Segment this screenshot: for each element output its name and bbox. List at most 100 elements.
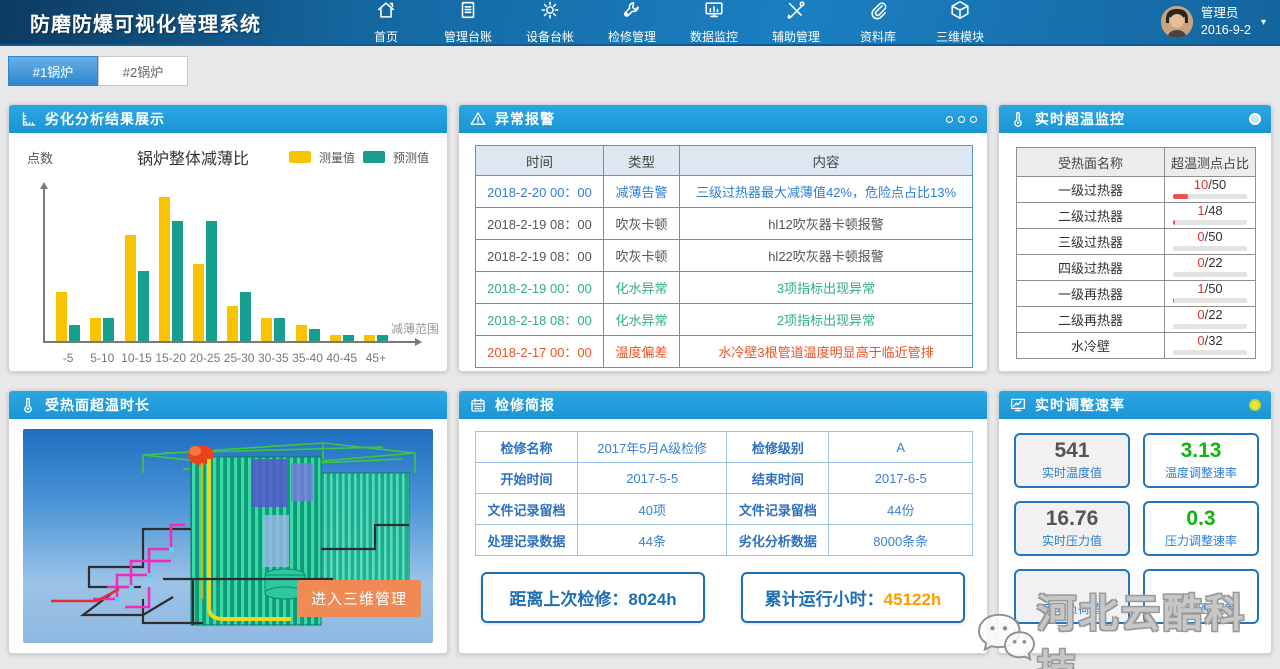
alarm-content: 三级过热器最大减薄值42%，危险点占比13%	[680, 176, 973, 208]
ledger-icon	[457, 0, 479, 26]
ratio-progress-bar	[1173, 246, 1247, 251]
ratio-progress-bar	[1173, 220, 1247, 225]
bar	[377, 335, 388, 341]
metric-value	[1018, 574, 1126, 600]
bar	[274, 318, 285, 341]
overtemp-row: 二级过热器1/48	[1017, 203, 1256, 229]
alarm-type: 化水异常	[604, 304, 680, 336]
nav-label: 三维模块	[936, 28, 984, 45]
x-axis	[43, 341, 419, 343]
x-tick-label: 15-20	[154, 351, 188, 365]
bar	[364, 335, 375, 341]
bar	[193, 264, 204, 341]
panel-title: 劣化分析结果展示	[45, 109, 165, 129]
alarm-column-header: 时间	[476, 146, 604, 176]
panel-grid: 劣化分析结果展示 点数 锅炉整体减薄比 测量值预测值 -55-1010-1515…	[0, 92, 1280, 654]
bar-group-25-30	[222, 292, 256, 341]
user-menu[interactable]: 管理员 2016-9-2 ▾	[1161, 5, 1280, 39]
nav-label: 辅助管理	[772, 28, 820, 45]
tab-boiler-1[interactable]: #1锅炉	[8, 56, 98, 86]
field-label: 文件记录留档	[476, 494, 578, 525]
nav-item-1[interactable]: 首页	[360, 0, 412, 45]
nav-item-4[interactable]: 检修管理	[606, 0, 658, 45]
alarm-time: 2018-2-18 08：00	[476, 304, 604, 336]
panel-title: 异常报警	[495, 109, 555, 129]
bar-group-45+	[359, 335, 393, 341]
field-value: 8000条条	[829, 525, 973, 556]
stat-button-2[interactable]: 累计运行小时：45122h	[741, 572, 965, 623]
nav-item-5[interactable]: 数据监控	[688, 0, 740, 45]
status-ring	[1249, 399, 1261, 411]
maintenance-stats: 距离上次检修：8024h 累计运行小时：45122h	[459, 572, 987, 623]
bar	[296, 325, 307, 341]
legend-label: 预测值	[393, 149, 429, 166]
metric-value: 541	[1018, 438, 1126, 464]
cube-icon	[949, 0, 971, 26]
nav-label: 首页	[374, 28, 398, 45]
metric-label: 实时负荷值	[1018, 600, 1126, 617]
panel-title: 检修简报	[495, 395, 555, 415]
stat-button-1[interactable]: 距离上次检修：8024h	[481, 572, 705, 623]
bar	[227, 306, 238, 341]
nav-item-3[interactable]: 设备台帐	[524, 0, 576, 45]
nav-item-6[interactable]: 辅助管理	[770, 0, 822, 45]
nav-item-8[interactable]: 三维模块	[934, 0, 986, 45]
bar	[261, 318, 272, 341]
field-label: 检修级别	[727, 432, 829, 463]
alarm-row: 2018-2-19 00：00化水异常3项指标出现异常	[476, 272, 973, 304]
bar-group-10-15	[119, 235, 153, 341]
alarm-time: 2018-2-19 00：00	[476, 272, 604, 304]
maintenance-row: 文件记录留档40项文件记录留档44份	[476, 494, 973, 525]
x-tick-label: 40-45	[325, 351, 359, 365]
bar	[240, 292, 251, 341]
bar	[56, 292, 67, 341]
avatar	[1161, 6, 1193, 38]
ratio-progress-bar	[1173, 350, 1247, 355]
chart-title: 锅炉整体减薄比	[97, 145, 289, 169]
field-value: 44条	[578, 525, 727, 556]
maintenance-row: 检修名称2017年5月A级检修检修级别A	[476, 432, 973, 463]
nav-item-2[interactable]: 管理台账	[442, 0, 494, 45]
panel-alarms-header: 异常报警	[459, 105, 987, 133]
overtemp-column-header: 超温测点占比	[1165, 148, 1256, 177]
field-value: 40项	[578, 494, 727, 525]
bar-chart: -55-1010-1515-2020-2525-3030-3535-4040-4…	[43, 179, 433, 367]
bar-group--5	[51, 292, 85, 341]
x-tick-label: 35-40	[290, 351, 324, 365]
overtemp-ratio: 10/50	[1165, 177, 1256, 203]
x-tick-label: 5-10	[85, 351, 119, 365]
paperclip-icon	[867, 0, 889, 26]
bar	[90, 318, 101, 341]
stat-label: 累计运行小时：	[765, 590, 884, 609]
alarm-row: 2018-2-19 08：00吹灰卡顿hl12吹灰器卡顿报警	[476, 208, 973, 240]
overtemp-row: 三级过热器0/50	[1017, 229, 1256, 255]
maintenance-table: 检修名称2017年5月A级检修检修级别A开始时间2017-5-5结束时间2017…	[475, 431, 973, 556]
panel-overtemp-duration: 受热面超温时长	[8, 390, 448, 654]
nav-label: 管理台账	[444, 28, 492, 45]
panel-degradation-header: 劣化分析结果展示	[9, 105, 447, 133]
panel-title: 实时调整速率	[1035, 395, 1125, 415]
boiler-tabs: #1锅炉#2锅炉	[0, 46, 1280, 92]
stat-label: 距离上次检修：	[509, 590, 628, 609]
chart-y-label: 点数	[27, 148, 97, 167]
enter-3d-button[interactable]: 进入三维管理	[297, 580, 421, 617]
x-tick-label: 45+	[359, 351, 393, 365]
chevron-down-icon[interactable]: ▾	[1261, 17, 1266, 28]
panel-adjust-rate-header: 实时调整速率	[999, 391, 1271, 419]
panel-overtemp-duration-header: 受热面超温时长	[9, 391, 447, 419]
bar-group-35-40	[290, 325, 324, 341]
metric-card: 0.3压力调整速率	[1143, 501, 1259, 556]
tools-icon	[785, 0, 807, 26]
more-dots-button[interactable]	[941, 116, 977, 123]
ratio-progress-bar	[1173, 272, 1247, 277]
overtemp-ratio: 0/22	[1165, 307, 1256, 333]
alarm-content: 水冷壁3根管道温度明显高于临近管排	[680, 336, 973, 368]
app-title: 防磨防爆可视化管理系统	[0, 8, 360, 37]
nav-item-7[interactable]: 资料库	[852, 0, 904, 45]
overtemp-row: 水冷壁0/32	[1017, 333, 1256, 359]
alarm-column-header: 类型	[604, 146, 680, 176]
boiler-3d-view[interactable]: 进入三维管理	[23, 429, 433, 643]
tab-boiler-2[interactable]: #2锅炉	[98, 56, 188, 86]
ratio-progress-bar	[1173, 194, 1247, 199]
legend-swatch	[363, 151, 385, 163]
